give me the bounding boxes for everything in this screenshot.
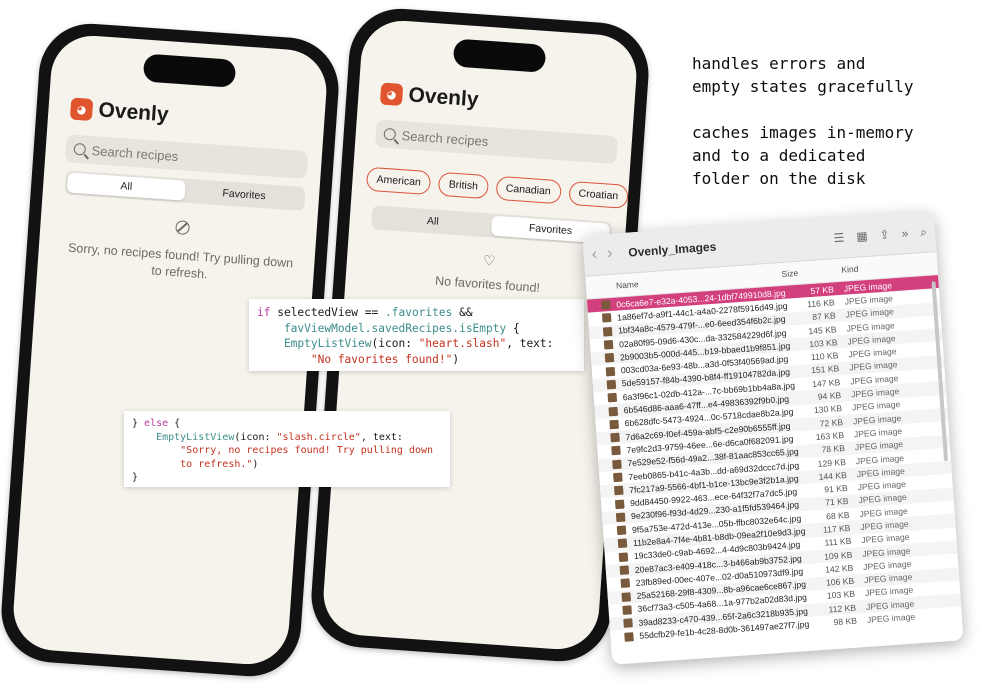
image-thumbnail-icon	[611, 446, 621, 456]
back-chevron-icon[interactable]: ‹	[591, 246, 598, 264]
image-thumbnail-icon	[609, 419, 619, 430]
code-token: }	[132, 418, 145, 429]
annotation-caching: caches images in-memory and to a dedicat…	[692, 123, 914, 188]
image-thumbnail-icon	[613, 485, 624, 496]
image-thumbnail-icon	[604, 353, 615, 363]
code-token: {	[168, 418, 181, 429]
chip-american[interactable]: American	[365, 166, 432, 196]
code-token: "No favorites found!"	[257, 352, 453, 366]
image-thumbnail-icon	[608, 406, 619, 416]
code-token: }	[132, 472, 139, 483]
finder-window: ‹ › Ovenly_Images ☰ ▦ ⇪ » ⌕ Name Size Ki…	[582, 211, 964, 665]
code-token: else	[144, 418, 169, 429]
cuisine-filter-chips: American British Canadian Croatian	[365, 166, 630, 209]
image-thumbnail-icon	[606, 379, 617, 390]
file-kind: JPEG image	[866, 611, 916, 625]
more-chevron-icon[interactable]: »	[901, 226, 909, 241]
image-thumbnail-icon	[624, 631, 634, 642]
search-icon	[73, 142, 87, 156]
code-token: (icon:	[234, 431, 277, 443]
image-thumbnail-icon	[603, 339, 614, 350]
code-token: EmptyListView	[132, 431, 235, 443]
image-thumbnail-icon	[610, 432, 620, 443]
code-token: &&	[452, 306, 473, 319]
image-thumbnail-icon	[607, 393, 618, 403]
image-thumbnail-icon	[601, 313, 612, 324]
empty-state-message: Sorry, no recipes found! Try pulling dow…	[67, 240, 294, 282]
image-thumbnail-icon	[605, 366, 616, 377]
share-icon[interactable]: ⇪	[879, 227, 890, 243]
image-thumbnail-icon	[620, 578, 631, 589]
annotation-errors: handles errors and empty states graceful…	[692, 54, 914, 96]
search-placeholder: Search recipes	[401, 127, 489, 149]
column-kind[interactable]: Kind	[841, 261, 902, 275]
search-icon	[383, 127, 397, 141]
column-size[interactable]: Size	[781, 265, 842, 279]
code-token: selectedView ==	[270, 306, 385, 319]
code-token: (icon:	[371, 337, 419, 350]
ovenly-logo-icon: ◕	[69, 97, 94, 121]
image-thumbnail-icon	[617, 538, 628, 549]
code-token: .favorites	[385, 306, 453, 319]
code-snippet-no-recipes: } else { EmptyListView(icon: "slash.circ…	[124, 411, 450, 487]
image-thumbnail-icon	[622, 605, 632, 615]
image-thumbnail-icon	[615, 512, 626, 523]
ovenly-logo-icon: ◕	[379, 82, 404, 106]
brand-header: ◕ Ovenly	[69, 97, 170, 128]
forward-chevron-icon[interactable]: ›	[606, 245, 613, 263]
chip-british[interactable]: British	[437, 171, 489, 200]
brand-title: Ovenly	[407, 83, 480, 112]
image-thumbnail-icon	[623, 618, 633, 629]
code-token: {	[506, 321, 520, 335]
image-thumbnail-icon	[621, 591, 632, 602]
tab-all[interactable]: All	[66, 172, 186, 201]
code-token: "Sorry, no recipes found! Try pulling do…	[132, 445, 434, 456]
image-thumbnail-icon	[612, 459, 622, 469]
image-thumbnail-icon	[618, 552, 629, 562]
image-thumbnail-icon	[613, 472, 623, 483]
list-view-icon[interactable]: ☰	[833, 230, 845, 246]
search-icon[interactable]: ⌕	[920, 224, 928, 239]
image-thumbnail-icon	[619, 565, 630, 576]
code-token: , text:	[506, 337, 554, 350]
file-size: 98 KB	[833, 615, 858, 628]
code-token: "slash.circle"	[276, 431, 361, 443]
code-token: )	[452, 352, 460, 366]
tab-all[interactable]: All	[373, 207, 492, 235]
search-bar[interactable]: Search recipes	[374, 119, 619, 165]
finder-file-list: 0c6ca6e7-e32a-4053...24-1dbf749910d8.jpg…	[586, 275, 962, 644]
code-token: .savedRecipes.isEmpty	[364, 321, 507, 335]
dynamic-island	[142, 53, 237, 88]
code-token: to refresh."	[132, 458, 253, 470]
code-snippet-favorites: if selectedView == .favorites && favView…	[249, 299, 584, 371]
brand-header: ◕ Ovenly	[379, 82, 480, 113]
search-placeholder: Search recipes	[91, 142, 179, 164]
heart-slash-icon: ♡	[482, 252, 497, 269]
code-token: )	[252, 458, 259, 470]
dynamic-island	[452, 38, 547, 73]
finder-tools: ☰ ▦ ⇪ » ⌕	[833, 224, 927, 245]
chip-croatian[interactable]: Croatian	[567, 180, 630, 209]
slash-circle-icon	[175, 220, 191, 236]
code-token: if	[257, 306, 271, 319]
code-token: favViewModel	[257, 321, 365, 335]
code-token: EmptyListView	[257, 337, 372, 350]
view-segmented-control[interactable]: All Favorites	[371, 205, 613, 246]
empty-state: ♡ No favorites found!	[373, 246, 603, 302]
finder-folder-title: Ovenly_Images	[627, 239, 717, 260]
image-thumbnail-icon	[616, 525, 627, 536]
chip-canadian[interactable]: Canadian	[495, 175, 562, 205]
code-token: , text:	[360, 431, 403, 443]
image-thumbnail-icon	[614, 499, 625, 509]
tab-favorites[interactable]: Favorites	[184, 181, 303, 209]
empty-state: Sorry, no recipes found! Try pulling dow…	[65, 213, 297, 289]
image-thumbnail-icon	[602, 326, 613, 337]
image-thumbnail-icon	[601, 300, 611, 310]
grid-view-icon[interactable]: ▦	[856, 228, 868, 244]
code-token: "heart.slash"	[418, 337, 507, 350]
brand-title: Ovenly	[97, 98, 170, 127]
